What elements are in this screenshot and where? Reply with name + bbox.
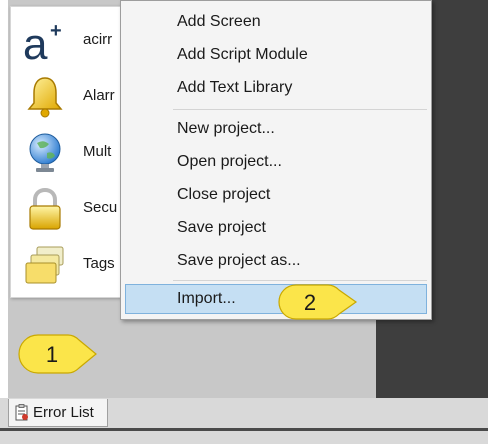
padlock-icon (29, 187, 61, 230)
callout-2-number: 2 (304, 290, 316, 315)
component-item-tags[interactable]: Tags (11, 235, 135, 291)
acirro-logo-icon: a + (23, 20, 62, 63)
folders-icon (25, 246, 64, 284)
globe-icon (29, 133, 61, 172)
menu-item-label: Import... (177, 290, 236, 307)
component-label: Secu (83, 199, 118, 216)
menu-item-label: Add Text Library (177, 79, 293, 96)
menu-separator (173, 109, 427, 110)
component-item-acirro[interactable]: a + acirr (11, 11, 135, 67)
error-list-icon (15, 404, 28, 421)
application-window: a + acirr Alarr Mult Secu Tags Add Scree… (0, 0, 488, 444)
tab-label: Error List (33, 404, 94, 421)
callout-1-marker: 1 (18, 334, 97, 374)
menu-item-label: Add Script Module (177, 46, 308, 63)
menu-item-save-project-as[interactable]: Save project as... (121, 246, 431, 276)
component-item-alarm[interactable]: Alarr (11, 67, 135, 123)
left-edge (0, 0, 8, 444)
svg-text:a: a (23, 20, 48, 63)
components-panel: a + acirr Alarr Mult Secu Tags (10, 6, 136, 298)
menu-item-add-screen[interactable]: Add Screen (121, 7, 431, 37)
bell-icon (27, 77, 63, 118)
menu-item-label: Save project (177, 219, 266, 236)
component-label: acirr (83, 31, 113, 48)
menu-item-add-text-library[interactable]: Add Text Library (121, 73, 431, 103)
menu-item-label: Save project as... (177, 252, 301, 269)
component-label: Mult (83, 143, 112, 160)
menu-item-label: Open project... (177, 153, 282, 170)
menu-item-label: New project... (177, 120, 275, 137)
menu-item-label: Add Screen (177, 13, 261, 30)
callout-1-number: 1 (46, 342, 58, 367)
menu-item-add-script-module[interactable]: Add Script Module (121, 40, 431, 70)
component-label: Tags (83, 255, 115, 272)
menu-item-close-project[interactable]: Close project (121, 180, 431, 210)
svg-text:+: + (50, 20, 62, 42)
callout-2-marker: 2 (278, 284, 358, 320)
context-menu: Add Screen Add Script Module Add Text Li… (120, 0, 432, 320)
menu-item-save-project[interactable]: Save project (121, 213, 431, 243)
component-item-multilanguage[interactable]: Mult (11, 123, 135, 179)
menu-item-new-project[interactable]: New project... (121, 114, 431, 144)
menu-separator (173, 280, 427, 281)
component-label: Alarr (83, 87, 115, 104)
menu-item-label: Close project (177, 186, 271, 203)
menu-item-open-project[interactable]: Open project... (121, 147, 431, 177)
tab-error-list[interactable]: Error List (8, 399, 108, 427)
bottom-divider (0, 428, 488, 431)
component-item-security[interactable]: Secu (11, 179, 135, 235)
